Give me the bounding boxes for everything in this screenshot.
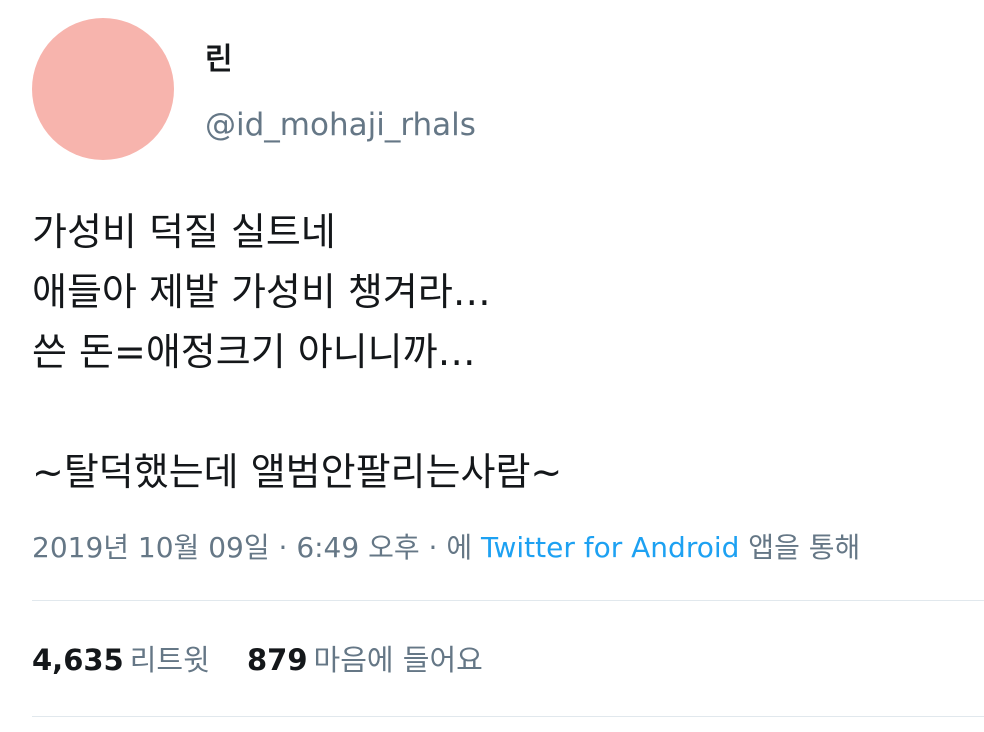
tweet-line: 가성비 덕질 실트네 bbox=[32, 210, 336, 254]
display-name[interactable]: 린 bbox=[205, 42, 233, 78]
tweet-meta: 2019년 10월 09일 · 6:49 오후 · 에 Twitter for … bbox=[32, 528, 860, 568]
retweets-stat[interactable]: 4,635 리트윗 bbox=[32, 640, 210, 680]
tweet-date: 2019년 10월 09일 bbox=[32, 531, 270, 564]
tweet-text: 가성비 덕질 실트네 애들아 제발 가성비 챙겨라… 쓴 돈=애정크기 아니니까… bbox=[32, 202, 962, 502]
user-handle[interactable]: @id_mohaji_rhals bbox=[205, 106, 476, 144]
likes-label: 마음에 들어요 bbox=[313, 643, 483, 677]
meta-separator: · bbox=[419, 531, 447, 564]
meta-separator: · bbox=[269, 531, 297, 564]
tweet-line: 애들아 제발 가성비 챙겨라… bbox=[32, 270, 491, 314]
source-link[interactable]: Twitter for Android bbox=[481, 531, 739, 564]
divider bbox=[32, 600, 984, 601]
retweets-label: 리트윗 bbox=[129, 643, 210, 677]
avatar[interactable] bbox=[32, 18, 174, 160]
tweet-line: 쓴 돈=애정크기 아니니까… bbox=[32, 330, 476, 374]
likes-count: 879 bbox=[247, 643, 308, 677]
tweet-time: 6:49 오후 bbox=[296, 531, 420, 564]
likes-stat[interactable]: 879 마음에 들어요 bbox=[247, 640, 483, 680]
retweets-count: 4,635 bbox=[32, 643, 124, 677]
tweet-line: ~탈덕했는데 앨범안팔리는사람~ bbox=[32, 450, 563, 494]
divider bbox=[32, 716, 984, 717]
via-prefix: 에 bbox=[446, 531, 481, 564]
via-suffix: 앱을 통해 bbox=[739, 531, 861, 564]
engagement-stats: 4,635 리트윗 879 마음에 들어요 bbox=[32, 640, 511, 680]
